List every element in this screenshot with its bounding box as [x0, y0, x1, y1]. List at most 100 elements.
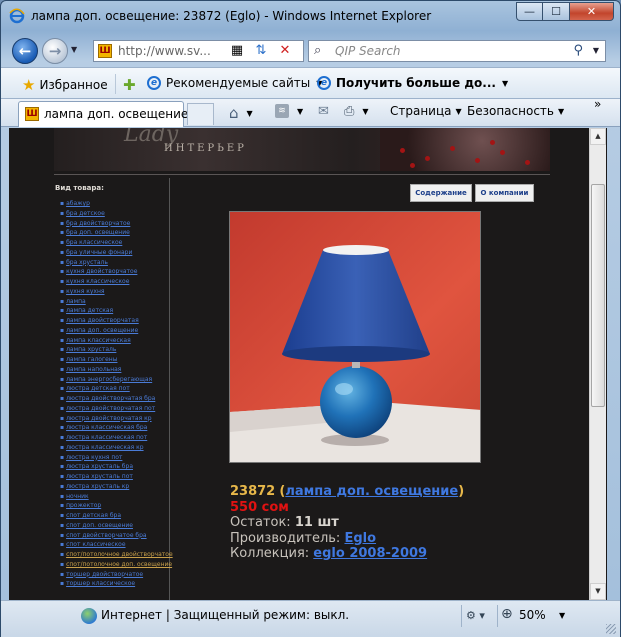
scroll-down-button[interactable]: ▼	[590, 583, 606, 600]
zoom-level[interactable]: 50%	[519, 608, 546, 622]
category-link[interactable]: люстра классическая пот	[60, 433, 173, 443]
product-info: 23872 (лампа доп. освещение) 550 сом Ост…	[230, 484, 464, 562]
category-link[interactable]: лампа двойстворчатая	[60, 316, 173, 326]
tab-active[interactable]: Ш лампа доп. освещение...	[18, 101, 200, 127]
print-button[interactable]: ⎙ ▼	[344, 104, 369, 119]
search-provider-icon: ⌕	[314, 43, 322, 58]
category-link[interactable]: лампа классическая	[60, 336, 173, 346]
forward-button[interactable]: →	[42, 38, 68, 64]
close-button[interactable]: ✕	[570, 2, 614, 21]
category-link[interactable]: кухня кухня	[60, 287, 173, 297]
add-favorites-icon: ✚	[123, 76, 136, 94]
product-code: 23872	[230, 484, 276, 499]
category-link[interactable]: лампа хрусталь	[60, 345, 173, 355]
category-link[interactable]: спот детская бра	[60, 511, 173, 521]
category-link[interactable]: лампа доп. освещение	[60, 326, 173, 336]
category-link[interactable]: бра уличные фонари	[60, 248, 173, 258]
category-link[interactable]: спот/потолочное доп. освещение	[60, 560, 173, 570]
product-photo[interactable]	[229, 211, 481, 463]
search-bar[interactable]: ⌕ QIP Search ⚲ ▼	[308, 40, 606, 62]
category-link[interactable]: люстра хрусталь бра	[60, 462, 173, 472]
category-link[interactable]: бра хрусталь	[60, 258, 173, 268]
stop-icon[interactable]: ✕	[276, 41, 294, 59]
category-link[interactable]: люстра двойстворчатая пот	[60, 404, 173, 414]
protected-mode-icon[interactable]: ⚙ ▾	[466, 609, 485, 622]
recent-pages-dropdown[interactable]: ▼	[71, 45, 77, 54]
category-link[interactable]: люстра классическая бра	[60, 423, 173, 433]
page-menu[interactable]: Страница ▼	[390, 104, 462, 118]
category-link[interactable]: люстра детская пот	[60, 384, 173, 394]
category-link[interactable]: бра двойстворчатое	[60, 219, 173, 229]
internet-zone-globe-icon	[81, 608, 97, 624]
category-link[interactable]: лампа доп. освещение	[285, 484, 458, 499]
status-divider	[497, 605, 498, 627]
home-button[interactable]: ⌂ ▼	[229, 104, 253, 122]
category-link[interactable]: бра доп. освещение	[60, 228, 173, 238]
category-link[interactable]: абажур	[60, 199, 173, 209]
home-icon: ⌂	[229, 104, 239, 122]
category-link[interactable]: спот доп. освещение	[60, 521, 173, 531]
search-icon[interactable]: ⚲	[573, 43, 583, 58]
chevron-down-icon: ▼	[455, 106, 462, 116]
category-link[interactable]: спот классическое	[60, 540, 173, 550]
search-options-dropdown[interactable]: ▼	[593, 46, 599, 55]
product-title-line: 23872 (лампа доп. освещение)	[230, 484, 465, 499]
category-link[interactable]: прожектор	[60, 501, 173, 511]
category-link[interactable]: лампа напольная	[60, 365, 173, 375]
back-arrow-icon: ←	[18, 42, 32, 60]
page-viewport[interactable]: Lady ИНТЕРЬЕР Вид товара: абажурбра детс…	[9, 128, 607, 600]
zoom-dropdown[interactable]: ▼	[559, 611, 565, 620]
maker-link[interactable]: Eglo	[344, 531, 376, 546]
refresh-icon[interactable]: ⇅	[252, 41, 270, 59]
category-link[interactable]: люстра хрусталь пот	[60, 472, 173, 482]
recommended-sites-link[interactable]: e Рекомендуемые сайты ▼	[147, 76, 322, 90]
get-more-addons-link[interactable]: e Получить больше до... ▼	[317, 76, 508, 90]
collection-link[interactable]: eglo 2008-2009	[313, 546, 427, 561]
product-lamp-image	[230, 212, 480, 462]
feeds-button[interactable]: ≋ ▼	[275, 104, 303, 118]
zoom-icon[interactable]: ⊕	[501, 606, 513, 622]
scroll-up-button[interactable]: ▲	[590, 128, 606, 145]
compatibility-view-icon[interactable]: ▦	[228, 41, 246, 59]
recommended-sites-label: Рекомендуемые сайты	[166, 76, 311, 90]
scroll-thumb[interactable]	[591, 184, 605, 407]
security-zone-text[interactable]: Интернет | Защищенный режим: выкл.	[101, 608, 349, 622]
contents-button[interactable]: Содержание	[410, 184, 472, 202]
category-link[interactable]: спот/потолочное двойстворчатое	[60, 550, 173, 560]
category-link[interactable]: бра классическое	[60, 238, 173, 248]
resize-grip[interactable]	[606, 624, 616, 634]
vertical-scrollbar[interactable]: ▲ ▼	[589, 128, 606, 600]
address-input[interactable]: http://www.sv...	[118, 44, 211, 58]
back-button[interactable]: ←	[12, 38, 38, 64]
toolbar-overflow-button[interactable]: »	[594, 97, 601, 111]
category-link[interactable]: лампа	[60, 297, 173, 307]
category-link[interactable]: кухня двойстворчатое	[60, 267, 173, 277]
category-link[interactable]: ночник	[60, 492, 173, 502]
category-link[interactable]: люстра классическая кр	[60, 443, 173, 453]
favorites-button[interactable]: ★ Избранное	[22, 76, 108, 94]
maximize-button[interactable]: ☐	[543, 2, 570, 21]
search-input[interactable]: QIP Search	[335, 44, 401, 58]
category-link[interactable]: кухня классическое	[60, 277, 173, 287]
category-link[interactable]: спот двойстворчатое бра	[60, 531, 173, 541]
category-link[interactable]: люстра двойстворчатая бра	[60, 394, 173, 404]
category-link[interactable]: лампа детская	[60, 306, 173, 316]
chandelier-decoration	[380, 128, 550, 171]
category-link[interactable]: торшер двойстворчатое	[60, 570, 173, 580]
read-mail-button[interactable]: ✉	[318, 104, 329, 119]
new-tab-button[interactable]	[187, 103, 214, 125]
category-link[interactable]: лампа галогены	[60, 355, 173, 365]
category-link[interactable]: лампа энергосберегающая	[60, 375, 173, 385]
category-link[interactable]: бра детское	[60, 209, 173, 219]
category-link[interactable]: люстра кухня пот	[60, 453, 173, 463]
category-link[interactable]: люстра хрусталь кр	[60, 482, 173, 492]
safety-menu[interactable]: Безопасность ▼	[467, 104, 564, 118]
about-button[interactable]: О компании	[475, 184, 534, 202]
minimize-button[interactable]: —	[516, 2, 543, 21]
category-link[interactable]: люстра двойстворчатая кр	[60, 414, 173, 424]
sidebar-heading: Вид товара:	[55, 184, 104, 192]
browser-window: лампа доп. освещение: 23872 (Eglo) - Win…	[0, 0, 621, 637]
category-link[interactable]: торшер классическое	[60, 579, 173, 589]
add-to-favorites-bar-button[interactable]: ✚	[123, 76, 140, 94]
tab-label: лампа доп. освещение...	[44, 107, 200, 121]
